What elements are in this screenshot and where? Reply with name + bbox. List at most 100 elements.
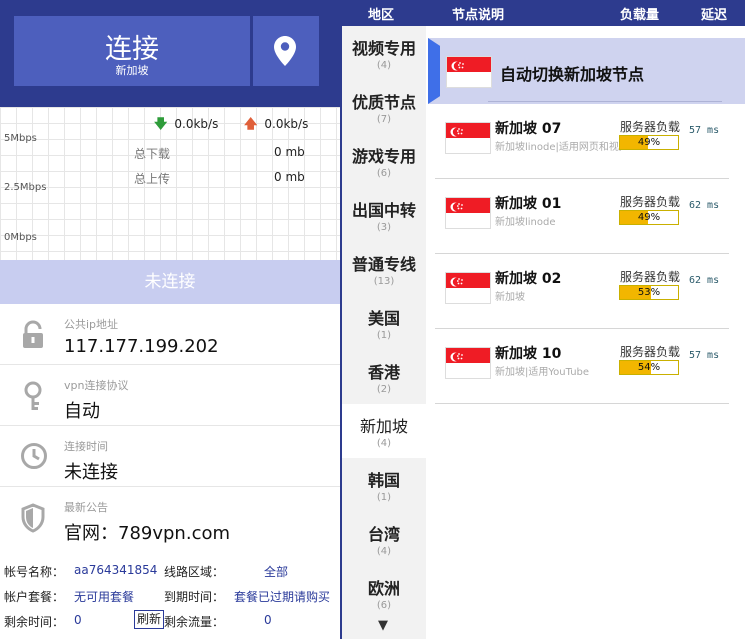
- account-name-label: 帐号名称：: [4, 565, 65, 579]
- key-icon: [24, 381, 42, 410]
- connect-time-label: 连接时间: [64, 440, 108, 453]
- region-count: (7): [376, 114, 392, 125]
- total-download-label: 总下载: [134, 147, 171, 161]
- region-name: 优质节点: [351, 93, 416, 112]
- region-item[interactable]: 美国 (1): [342, 296, 426, 350]
- region-count: (2): [376, 384, 392, 395]
- load-percent: 49%: [637, 212, 661, 223]
- node-description: 新加坡linode: [495, 217, 556, 228]
- connect-bar: 连接 新加坡: [0, 0, 340, 107]
- remaining-traffic-label: 剩余流量：: [164, 615, 225, 629]
- plan-label: 帐户套餐：: [4, 590, 65, 604]
- node-latency: 62 ms: [689, 200, 720, 211]
- load-percent: 49%: [637, 137, 661, 148]
- singapore-flag-icon: [445, 347, 491, 379]
- singapore-flag-icon: [445, 272, 491, 304]
- upload-speed-value: 0.0kb/s: [264, 117, 309, 131]
- total-upload-label: 总上传: [134, 172, 171, 186]
- shield-icon: [21, 503, 45, 533]
- region-name: 欧洲: [367, 579, 400, 598]
- singapore-flag-icon: [446, 56, 492, 88]
- load-percent: 53%: [637, 287, 661, 298]
- node-name: 新加坡 02: [495, 271, 562, 287]
- header-load: 负载量: [620, 8, 660, 23]
- remaining-time-label: 剩余时间：: [4, 615, 65, 629]
- plan-value: 无可用套餐: [74, 590, 135, 604]
- region-count: (4): [376, 546, 392, 557]
- server-node[interactable]: 新加坡 01 新加坡linode 服务器负载 49% 62 ms: [435, 179, 729, 254]
- region-name: 视频专用: [351, 39, 416, 58]
- header-latency: 延迟: [701, 8, 728, 23]
- load-bar: 49%: [619, 210, 679, 225]
- announcement-value: 官网：789vpn.com: [64, 523, 231, 544]
- region-item[interactable]: 游戏专用 (6): [342, 134, 426, 188]
- selected-indicator: [428, 38, 440, 104]
- load-bar: 54%: [619, 360, 679, 375]
- region-count: (3): [376, 222, 392, 233]
- server-node[interactable]: 新加坡 02 新加坡 服务器负载 53% 62 ms: [435, 254, 729, 329]
- auto-node-label: 自动切换新加坡节点: [500, 65, 645, 84]
- scroll-down-arrow-icon[interactable]: ▼: [378, 618, 388, 633]
- server-node[interactable]: 新加坡 07 新加坡linode|适用网页和视频 服务器负载 49% 57 ms: [435, 104, 729, 179]
- connect-button[interactable]: 连接 新加坡: [14, 16, 250, 86]
- connect-time-row: 连接时间 未连接: [0, 426, 340, 487]
- region-name: 香港: [367, 363, 400, 382]
- node-name: 新加坡 01: [495, 196, 562, 212]
- divider: [488, 101, 722, 102]
- connection-status: 未连接: [0, 260, 340, 304]
- header-region: 地区: [368, 8, 395, 23]
- region-name: 普通专线: [351, 255, 416, 274]
- region-list: 视频专用 (4) 优质节点 (7) 游戏专用 (6) 出国中转 (3) 普通专线 (13) 美国 (1…: [340, 26, 426, 639]
- total-download-value: 0 mb: [274, 145, 305, 159]
- node-name: 新加坡 10: [495, 346, 562, 362]
- download-arrow-icon: 🡇: [154, 117, 168, 132]
- auto-switch-node[interactable]: 自动切换新加坡节点: [428, 38, 745, 104]
- region-item[interactable]: 新加坡 (4): [342, 404, 426, 458]
- node-latency: 57 ms: [689, 125, 720, 136]
- region-item[interactable]: 香港 (2): [342, 350, 426, 404]
- node-description: 新加坡: [495, 292, 525, 303]
- region-item[interactable]: 台湾 (4): [342, 512, 426, 566]
- left-panel: 连接 新加坡 5Mbps 2.5Mbps 0Mbps 🡇 0.0kb/s 🡅 0.0…: [0, 0, 340, 639]
- list-header: 地区 节点说明 负载量 延迟: [340, 0, 745, 26]
- load-bar: 53%: [619, 285, 679, 300]
- account-name-value: aa764341854: [74, 563, 158, 577]
- region-item[interactable]: 出国中转 (3): [342, 188, 426, 242]
- account-info: 帐号名称： aa764341854 线路区域： 全部 帐户套餐： 无可用套餐 到…: [0, 550, 340, 639]
- region-item[interactable]: 欧洲 (6): [342, 566, 426, 620]
- region-count: (4): [376, 438, 392, 449]
- region-count: (6): [376, 168, 392, 179]
- protocol-value: 自动: [64, 401, 100, 422]
- refresh-button[interactable]: 刷新: [134, 610, 165, 629]
- axis-label: 0Mbps: [4, 232, 37, 243]
- server-panel: 地区 节点说明 负载量 延迟 视频专用 (4) 优质节点 (7) 游戏专用 (6) 出国中转…: [340, 0, 745, 639]
- download-speed: 🡇 0.0kb/s: [154, 115, 218, 137]
- singapore-flag-icon: [445, 197, 491, 229]
- region-name: 美国: [367, 309, 400, 328]
- total-upload-value: 0 mb: [274, 170, 305, 184]
- announcement-label: 最新公告: [64, 501, 108, 514]
- ip-row: 公共ip地址 117.177.199.202: [0, 304, 340, 365]
- clock-icon: [21, 443, 47, 469]
- region-item[interactable]: 普通专线 (13): [342, 242, 426, 296]
- load-label: 服务器负载: [620, 345, 681, 359]
- load-percent: 54%: [637, 362, 661, 373]
- region-count: (13): [373, 276, 395, 287]
- region-name: 游戏专用: [351, 147, 416, 166]
- expire-value: 套餐已过期请购买: [234, 590, 331, 604]
- traffic-graph: 5Mbps 2.5Mbps 0Mbps 🡇 0.0kb/s 🡅 0.0kb/s 总下…: [0, 107, 340, 260]
- region-name: 台湾: [367, 525, 400, 544]
- region-item[interactable]: 韩国 (1): [342, 458, 426, 512]
- region-name: 韩国: [367, 471, 400, 490]
- ip-value: 117.177.199.202: [64, 336, 219, 357]
- connect-location: 新加坡: [115, 64, 149, 77]
- region-item[interactable]: 优质节点 (7): [342, 80, 426, 134]
- region-item[interactable]: 视频专用 (4): [342, 26, 426, 80]
- node-latency: 62 ms: [689, 275, 720, 286]
- location-button[interactable]: [253, 16, 319, 86]
- region-count: (1): [376, 330, 392, 341]
- load-label: 服务器负载: [620, 270, 681, 284]
- server-node[interactable]: 新加坡 10 新加坡|适用YouTube 服务器负载 54% 57 ms: [435, 329, 729, 404]
- load-bar: 49%: [619, 135, 679, 150]
- region-count: (1): [376, 492, 392, 503]
